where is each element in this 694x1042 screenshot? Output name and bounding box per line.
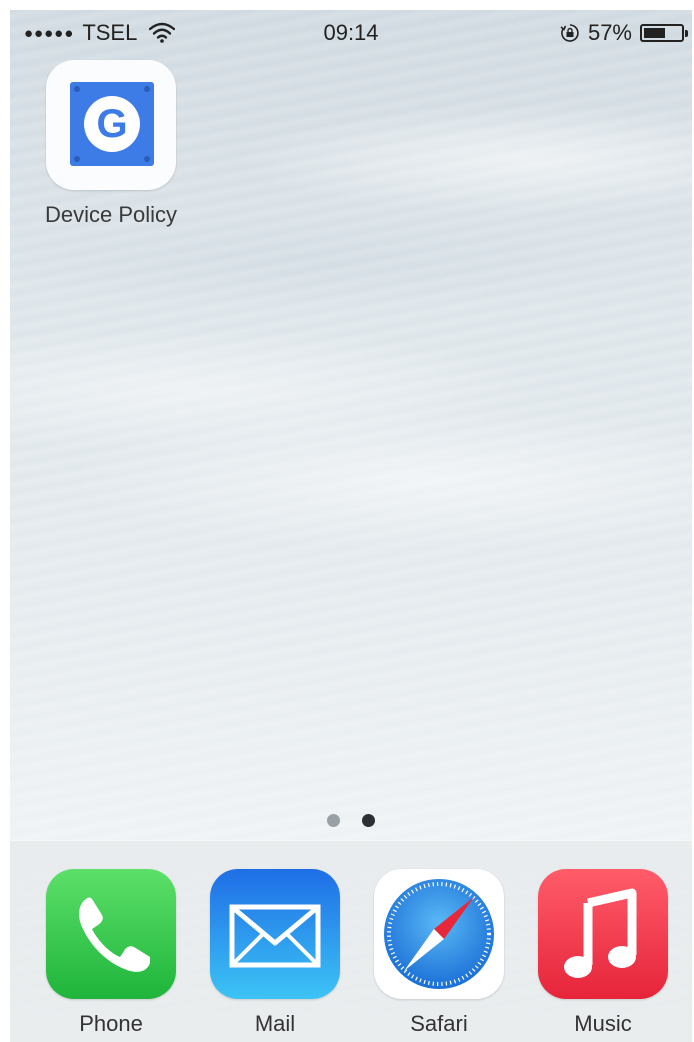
orientation-lock-icon (560, 24, 579, 42)
phone-handset-glyph (79, 897, 150, 972)
icon-screw (144, 156, 150, 162)
app-label: Device Policy (44, 202, 178, 227)
page-indicator[interactable] (10, 814, 692, 828)
device-policy-icon-ring: G (84, 96, 140, 152)
device-policy-g-glyph: G (96, 102, 128, 146)
app-label: Phone (79, 1011, 143, 1036)
app-label: Safari (410, 1011, 468, 1036)
page-dot (327, 814, 340, 827)
compass-glyph (384, 879, 494, 989)
envelope-glyph (229, 904, 321, 968)
status-bar: ●●●●● TSEL 09:14 57% (10, 10, 692, 54)
app-label: Music (574, 1011, 632, 1036)
mail-icon (210, 869, 340, 999)
device-policy-icon-body: G (70, 82, 154, 166)
dock-app-phone[interactable]: Phone (41, 869, 181, 1037)
battery-icon (640, 24, 688, 42)
google-device-policy-icon: G (46, 60, 176, 190)
battery-percentage: 57% (587, 20, 632, 45)
icon-screw (144, 86, 150, 92)
app-device-policy[interactable]: G Device Policy (41, 60, 181, 228)
page-dot-current (362, 814, 375, 827)
dock-app-mail[interactable]: Mail (205, 869, 345, 1037)
phone-icon (46, 869, 176, 999)
home-screen: ●●●●● TSEL 09:14 57% G Device Policy Pho… (10, 10, 692, 1042)
dock-app-music[interactable]: Music (533, 869, 673, 1037)
dock: Phone Mail Safari Music (10, 840, 692, 1042)
music-note-glyph (564, 888, 637, 978)
safari-icon (374, 869, 504, 999)
battery-cap (685, 30, 688, 37)
music-icon (538, 869, 668, 999)
dock-app-safari[interactable]: Safari (369, 869, 509, 1037)
status-right: 57% (560, 20, 688, 46)
battery-fill (644, 28, 665, 38)
app-label: Mail (254, 1011, 296, 1036)
icon-screw (74, 156, 80, 162)
icon-screw (74, 86, 80, 92)
